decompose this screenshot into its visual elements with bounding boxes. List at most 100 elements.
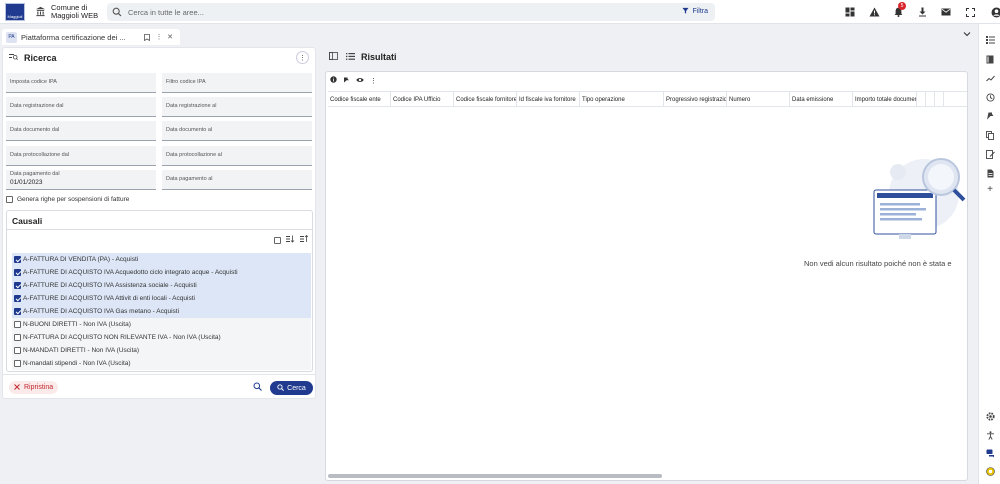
causale-checkbox[interactable] — [14, 282, 21, 289]
genera-righe-checkbox[interactable] — [6, 196, 13, 203]
column-header[interactable]: Progressivo registrazione — [664, 92, 727, 107]
more-options-icon[interactable]: ⋮ — [296, 51, 309, 64]
trending-icon[interactable] — [985, 73, 995, 83]
global-search[interactable]: Filtra — [107, 3, 715, 21]
causale-item[interactable]: A-FATTURA DI VENDITA (PA) - Acquisti — [12, 253, 311, 266]
toggle-panel-icon[interactable] — [329, 52, 338, 62]
causale-item[interactable]: N-FATTURA DI ACQUISTO NON RILEVANTE IVA … — [12, 331, 311, 344]
causale-checkbox[interactable] — [14, 321, 21, 328]
column-header[interactable]: Tipo operazione — [580, 92, 664, 107]
causale-item[interactable]: N-mandati stipendi - Non IVA (Uscita) — [12, 357, 311, 370]
book-icon[interactable] — [985, 54, 995, 64]
column-header[interactable]: Id fiscale iva fornitore — [517, 92, 580, 107]
causale-item[interactable]: N-MANDATI DIRETTI - Non IVA (Uscita) — [12, 344, 311, 357]
field-label: Data pagamento al — [166, 176, 213, 182]
horizontal-scrollbar[interactable] — [328, 474, 662, 478]
reset-button[interactable]: Ripristina — [9, 381, 59, 394]
column-header[interactable]: Numero — [727, 92, 790, 107]
causale-checkbox[interactable] — [14, 269, 21, 276]
causale-checkbox[interactable] — [14, 295, 21, 302]
data-pagamento-dal-field[interactable]: Data pagamento dal 01/01/2023 — [6, 170, 156, 190]
causale-checkbox[interactable] — [14, 334, 21, 341]
column-header[interactable]: Codice fiscale fornitore — [454, 92, 517, 107]
causale-checkbox[interactable] — [14, 360, 21, 367]
genera-righe-option[interactable]: Genera righe per sospensioni di fatture — [6, 196, 129, 203]
info-icon[interactable] — [330, 76, 337, 85]
data-documento-al-field[interactable]: Data documento al — [162, 121, 312, 141]
causale-item[interactable]: A-FATTURE DI ACQUISTO IVA Gas metano - A… — [12, 305, 311, 318]
edit-document-icon[interactable] — [985, 149, 995, 159]
causale-checkbox[interactable] — [14, 308, 21, 315]
data-registrazione-al-field[interactable]: Data registrazione al — [162, 97, 312, 117]
app-name[interactable]: Comune di Maggioli WEB — [51, 3, 99, 20]
list-icon — [346, 52, 355, 62]
filtro-ipa-field[interactable]: Filtro codice IPA — [162, 73, 312, 93]
notifications-icon[interactable]: 5 — [886, 2, 910, 19]
causale-checkbox[interactable] — [14, 347, 21, 354]
data-documento-dal-field[interactable]: Data documento dal — [6, 121, 156, 141]
data-pagamento-al-field[interactable]: Data pagamento al — [162, 170, 312, 190]
pin-icon[interactable] — [343, 76, 350, 85]
chat-icon[interactable] — [985, 448, 995, 458]
data-registrazione-dal-field[interactable]: Data registrazione dal — [6, 97, 156, 117]
copy-icon[interactable] — [985, 130, 995, 140]
column-header[interactable]: Codice IPA Ufficio — [391, 92, 454, 107]
menu-list-icon[interactable] — [985, 35, 995, 45]
imposta-ipa-field[interactable]: Imposta codice IPA — [6, 73, 156, 93]
logo[interactable]: Maggioli — [5, 2, 25, 21]
app-name-line2: Maggioli WEB — [51, 10, 99, 20]
causale-item[interactable]: A-FATTURE DI ACQUISTO IVA Acquedotto cic… — [12, 266, 311, 279]
zoom-search-icon[interactable] — [253, 382, 263, 392]
column-header[interactable] — [917, 92, 926, 107]
causali-divider — [7, 229, 312, 230]
logo-text: Maggioli — [7, 13, 23, 19]
warning-icon[interactable] — [862, 5, 886, 19]
funnel-icon — [682, 7, 689, 16]
column-header[interactable] — [935, 92, 944, 107]
data-protocollazione-dal-field[interactable]: Data protocollazione dal — [6, 146, 156, 166]
filter-button[interactable]: Filtra — [682, 7, 708, 16]
chevron-down-icon[interactable] — [963, 31, 973, 41]
causale-label: A-FATTURE DI ACQUISTO IVA Assistenza soc… — [23, 282, 197, 289]
help-lifebuoy-icon[interactable] — [985, 466, 995, 476]
grid-menu-icon[interactable]: ⋮ — [370, 77, 377, 85]
empty-state-illustration — [873, 158, 966, 239]
download-icon[interactable] — [910, 5, 934, 19]
column-header[interactable]: Data emissione — [790, 92, 853, 107]
settings-icon[interactable] — [985, 411, 995, 421]
causale-item[interactable]: A-FATTURE DI ACQUISTO IVA Attivit di ent… — [12, 292, 311, 305]
column-header[interactable]: Codice fiscale ente — [328, 92, 391, 107]
sort-asc-icon[interactable] — [286, 235, 295, 245]
sort-desc-icon[interactable] — [300, 234, 309, 245]
tab-app-icon: PA — [6, 31, 17, 43]
add-icon[interactable]: + — [985, 184, 995, 195]
column-header[interactable] — [926, 92, 935, 107]
reset-label: Ripristina — [24, 384, 54, 391]
global-search-input[interactable] — [128, 7, 648, 17]
causale-label: A-FATTURE DI ACQUISTO IVA Attivit di ent… — [23, 295, 195, 302]
causale-item[interactable]: A-FATTURE DI ACQUISTO IVA Assistenza soc… — [12, 279, 311, 292]
document-icon[interactable] — [985, 168, 995, 178]
data-protocollazione-al-field[interactable]: Data protocollazione al — [162, 146, 312, 166]
accessibility-icon[interactable] — [985, 430, 995, 440]
causali-list: A-FATTURA DI VENDITA (PA) - Acquisti A-F… — [12, 253, 311, 370]
user-avatar-icon[interactable] — [984, 5, 1000, 19]
eye-icon[interactable] — [356, 77, 364, 85]
select-all-checkbox[interactable] — [274, 236, 281, 244]
causale-checkbox[interactable] — [14, 256, 21, 263]
dashboard-icon[interactable] — [838, 5, 862, 19]
search-panel: Ricerca ⋮ Imposta codice IPA Filtro codi… — [2, 47, 316, 399]
bookmark-icon[interactable] — [143, 32, 151, 42]
column-header[interactable]: Importo totale documento — [853, 92, 917, 107]
causale-item[interactable]: N-BUONI DIRETTI - Non IVA (Uscita) — [12, 318, 311, 331]
bank-icon[interactable] — [34, 6, 46, 18]
close-tab-icon[interactable]: ✕ — [166, 32, 174, 42]
pin-icon[interactable] — [985, 111, 995, 121]
tab-menu-icon[interactable]: ⋮ — [155, 32, 163, 42]
history-icon[interactable] — [985, 92, 995, 102]
tab-piattaforma[interactable]: PA Piattaforma certificazione dei ... ⋮ … — [2, 29, 180, 45]
fullscreen-icon[interactable] — [958, 5, 982, 19]
mail-icon[interactable] — [934, 5, 958, 19]
search-button[interactable]: Cerca — [270, 381, 313, 395]
grid-toolbar: ⋮ — [330, 76, 377, 85]
